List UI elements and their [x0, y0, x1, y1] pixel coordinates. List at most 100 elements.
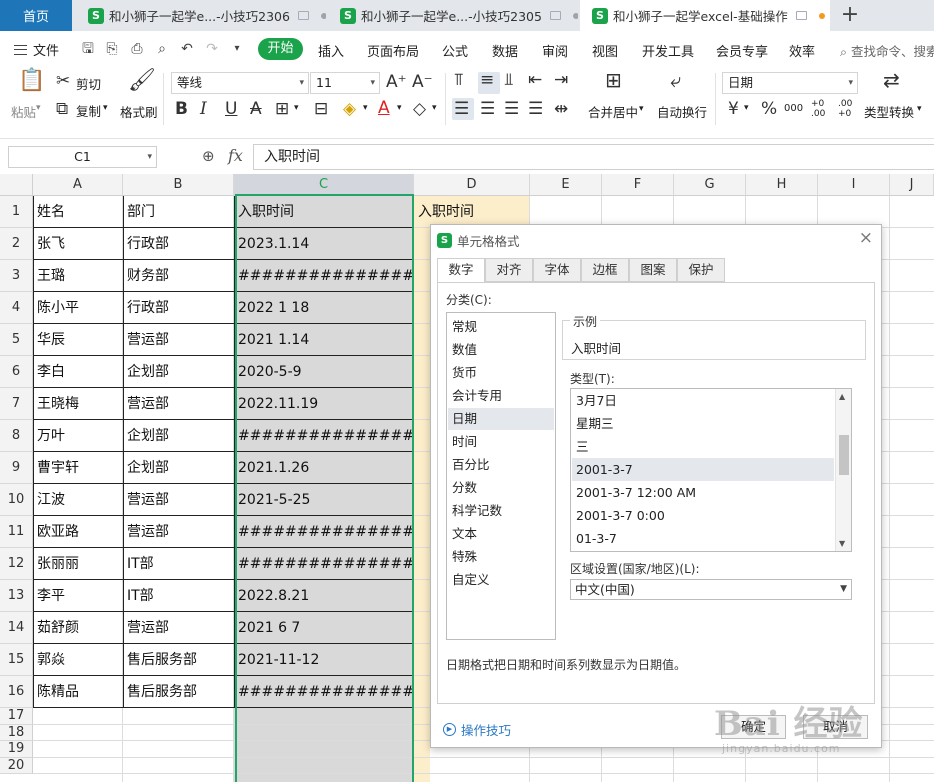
- undo-icon[interactable]: ↶: [179, 41, 195, 57]
- font-size-select[interactable]: 11 ▾: [310, 72, 380, 94]
- merge-center-icon[interactable]: ⊞: [605, 70, 622, 90]
- align-right-icon[interactable]: ☰: [504, 100, 519, 118]
- currency-icon[interactable]: ¥: [728, 100, 739, 118]
- underline-icon[interactable]: U: [225, 100, 237, 118]
- cut-button[interactable]: 剪切: [76, 74, 101, 93]
- category-list[interactable]: 常规 数值 货币 会计专用 日期 时间 百分比 分数 科学记数 文本 特殊 自定义: [446, 312, 556, 640]
- row-header-6[interactable]: 6: [0, 356, 33, 388]
- align-top-icon[interactable]: ⫪: [454, 71, 464, 89]
- type-item[interactable]: 三: [572, 435, 834, 458]
- decrease-decimal-icon[interactable]: .00 +0: [838, 99, 858, 119]
- borders-dropdown-icon[interactable]: ▾: [294, 103, 299, 113]
- cell-department[interactable]: 营运部: [124, 324, 233, 356]
- category-item[interactable]: 数值: [448, 339, 554, 361]
- type-list[interactable]: 01-3-7 2001-3-7 0:00 2001-3-7 12:00 AM 2001…: [570, 388, 852, 552]
- increase-indent-icon[interactable]: ⇥: [554, 71, 568, 89]
- cell-department[interactable]: 财务部: [124, 260, 233, 292]
- export-icon[interactable]: ⎘: [104, 41, 120, 57]
- cell-name[interactable]: 华辰: [34, 324, 122, 356]
- wrap-text-icon[interactable]: ⤶: [670, 70, 681, 90]
- monitor-icon[interactable]: [549, 11, 561, 20]
- paste-button[interactable]: 粘贴: [11, 102, 36, 121]
- formula-input[interactable]: 入职时间: [253, 144, 934, 170]
- wrap-text-button[interactable]: 自动换行: [657, 102, 707, 121]
- row-header-9[interactable]: 9: [0, 452, 33, 484]
- copy-icon[interactable]: ⧉: [56, 100, 68, 118]
- unsaved-dot-icon[interactable]: [818, 12, 825, 19]
- cell-name[interactable]: 江波: [34, 484, 122, 516]
- tab-font[interactable]: 字体: [533, 258, 581, 282]
- row-header-7[interactable]: 7: [0, 388, 33, 420]
- cell-name[interactable]: 姓名: [34, 196, 122, 228]
- cell-name[interactable]: 郭焱: [34, 644, 122, 676]
- type-convert-button[interactable]: 类型转换: [864, 102, 914, 121]
- increase-font-icon[interactable]: A⁺: [386, 73, 407, 91]
- category-item[interactable]: 分数: [448, 477, 554, 499]
- format-painter-icon[interactable]: 🖌: [128, 70, 156, 92]
- column-header-c[interactable]: C: [234, 174, 414, 196]
- category-item[interactable]: 日期: [448, 408, 554, 430]
- column-header-j[interactable]: J: [890, 174, 934, 196]
- cell-name[interactable]: 李平: [34, 580, 122, 612]
- tab-protection[interactable]: 保护: [677, 258, 725, 282]
- row-header-20[interactable]: 20: [0, 757, 33, 774]
- cell-name[interactable]: 王璐: [34, 260, 122, 292]
- menu-page-layout[interactable]: 页面布局: [367, 41, 419, 60]
- menu-developer[interactable]: 开发工具: [642, 41, 694, 60]
- category-item[interactable]: 货币: [448, 362, 554, 384]
- cell-department[interactable]: 营运部: [124, 388, 233, 420]
- cell-name[interactable]: 张丽丽: [34, 548, 122, 580]
- copy-button[interactable]: 复制: [76, 101, 101, 120]
- category-item[interactable]: 文本: [448, 523, 554, 545]
- cell-department[interactable]: 售后服务部: [124, 644, 233, 676]
- font-color-icon[interactable]: A: [378, 99, 390, 117]
- command-search[interactable]: ⌕ 查找命令、搜索: [840, 41, 934, 60]
- print-icon[interactable]: ⎙: [129, 41, 145, 57]
- quick-access-dropdown-icon[interactable]: ▾: [229, 41, 245, 57]
- row-header-1[interactable]: 1: [0, 196, 33, 228]
- cell-department[interactable]: IT部: [124, 548, 233, 580]
- tab-alignment[interactable]: 对齐: [485, 258, 533, 282]
- row-header-3[interactable]: 3: [0, 260, 33, 292]
- type-item[interactable]: 星期三: [572, 412, 834, 435]
- column-header-a[interactable]: A: [33, 174, 123, 196]
- row-header-15[interactable]: 15: [0, 644, 33, 676]
- tab-number[interactable]: 数字: [437, 258, 485, 283]
- justify-icon[interactable]: ☰: [528, 100, 543, 118]
- scroll-up-icon[interactable]: ▲: [839, 392, 845, 401]
- zoom-icon[interactable]: ⊕: [202, 147, 215, 165]
- category-item[interactable]: 时间: [448, 431, 554, 453]
- borders-icon[interactable]: ⊞: [275, 100, 289, 118]
- menu-review[interactable]: 审阅: [542, 41, 568, 60]
- cell-department[interactable]: 售后服务部: [124, 676, 233, 708]
- scroll-thumb[interactable]: [839, 435, 849, 475]
- row-header-2[interactable]: 2: [0, 228, 33, 260]
- fill-color-icon[interactable]: ◈: [343, 100, 356, 118]
- strikethrough-icon[interactable]: A: [250, 100, 262, 118]
- align-middle-icon[interactable]: ≡: [480, 71, 494, 89]
- doc-tab-2[interactable]: S 和小狮子一起学e...-小技巧2305: [328, 0, 578, 31]
- save-icon[interactable]: 🖫: [80, 41, 96, 57]
- column-header-f[interactable]: F: [602, 174, 674, 196]
- menu-data[interactable]: 数据: [492, 41, 518, 60]
- category-item[interactable]: 常规: [448, 316, 554, 338]
- menu-insert[interactable]: 插入: [318, 41, 344, 60]
- row-header-16[interactable]: 16: [0, 676, 33, 708]
- merge-dropdown-icon[interactable]: ▾: [639, 104, 644, 114]
- format-painter-button[interactable]: 格式刷: [120, 102, 158, 121]
- paste-icon[interactable]: 📋: [18, 70, 45, 92]
- font-color-dropdown-icon[interactable]: ▾: [397, 103, 402, 113]
- cell-name[interactable]: 欧亚路: [34, 516, 122, 548]
- redo-icon[interactable]: ↷: [204, 41, 220, 57]
- column-header-e[interactable]: E: [530, 174, 602, 196]
- currency-dropdown-icon[interactable]: ▾: [744, 103, 749, 113]
- type-item[interactable]: 01-3-7: [572, 527, 834, 550]
- category-item[interactable]: 自定义: [448, 569, 554, 591]
- percent-icon[interactable]: %: [761, 100, 777, 118]
- cell-department[interactable]: 行政部: [124, 228, 233, 260]
- select-all-corner[interactable]: [0, 174, 33, 196]
- column-header-d[interactable]: D: [414, 174, 530, 196]
- align-left-icon[interactable]: ☰: [454, 100, 469, 118]
- fill-color-dropdown-icon[interactable]: ▾: [363, 103, 368, 113]
- type-item[interactable]: 2001-3-7: [572, 458, 834, 481]
